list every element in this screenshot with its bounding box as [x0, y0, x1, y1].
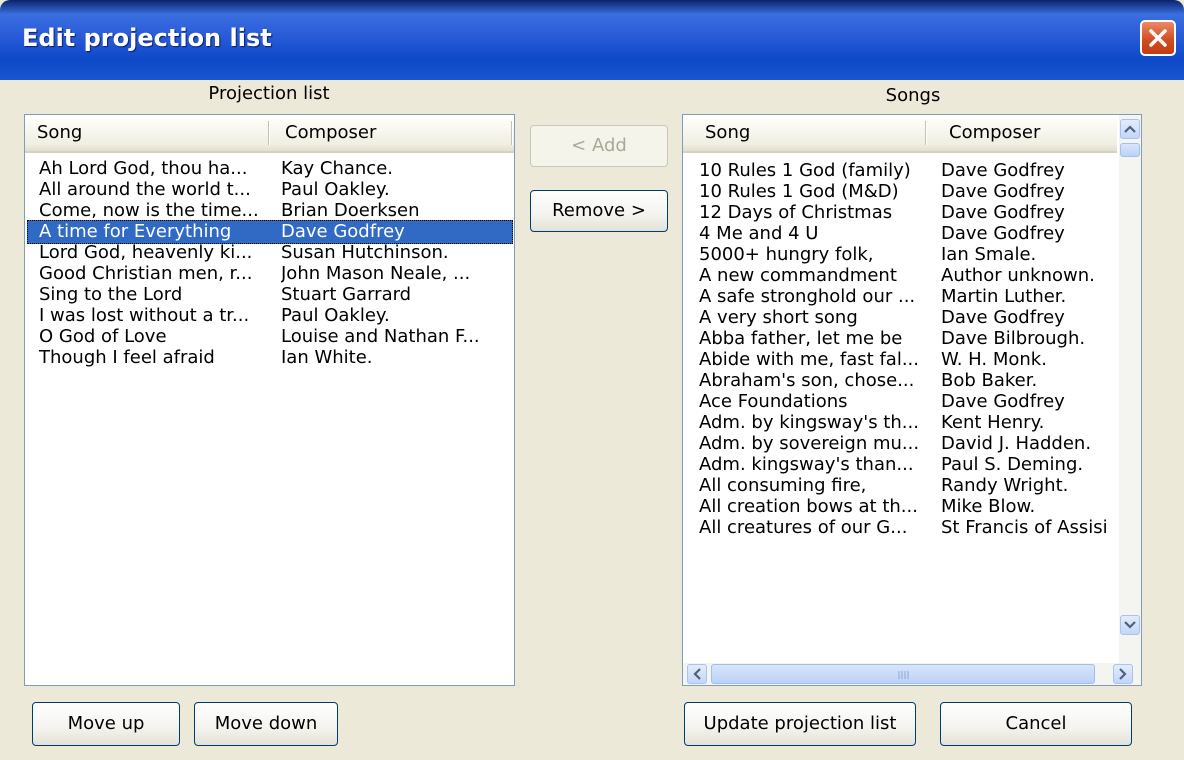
horizontal-scroll-thumb[interactable]	[711, 664, 1095, 684]
projection-list-view[interactable]: Song Composer Ah Lord God, thou ha... Kay…	[24, 114, 515, 686]
composer-column-header[interactable]: Composer	[273, 115, 513, 151]
chevron-up-icon	[1124, 125, 1136, 133]
update-projection-list-button[interactable]: Update projection list	[684, 702, 916, 746]
edit-projection-list-dialog: Edit projection list Projection list Son…	[0, 0, 1184, 760]
column-divider[interactable]	[268, 121, 270, 145]
title-bar[interactable]: Edit projection list	[0, 0, 1184, 80]
chevron-down-icon	[1124, 621, 1136, 629]
songs-horizontal-scrollbar[interactable]	[683, 663, 1141, 685]
songs-caption: Songs	[885, 85, 941, 106]
scroll-down-button[interactable]	[1120, 615, 1140, 635]
scroll-left-button[interactable]	[687, 664, 707, 684]
column-divider[interactable]	[925, 121, 927, 145]
move-down-button[interactable]: Move down	[194, 702, 338, 746]
composer-cell: Ian White.	[281, 347, 373, 368]
table-row[interactable]: All creatures of our G... St Francis of A…	[685, 516, 1119, 540]
scroll-up-button[interactable]	[1120, 119, 1140, 139]
chevron-right-icon	[1119, 668, 1127, 680]
move-up-button-label: Move up	[67, 713, 145, 734]
composer-column-header[interactable]: Composer	[937, 115, 1117, 151]
vertical-scroll-thumb[interactable]	[1120, 143, 1140, 157]
move-down-button-label: Move down	[214, 713, 318, 734]
cancel-button-label: Cancel	[1005, 713, 1067, 734]
window-title: Edit projection list	[22, 24, 272, 52]
songs-list-view[interactable]: Song Composer 10 Rules 1 God (family) Dav…	[682, 114, 1142, 686]
close-button[interactable]	[1140, 20, 1176, 56]
cancel-button[interactable]: Cancel	[940, 702, 1132, 746]
grip-icon	[898, 671, 909, 679]
composer-cell: St Francis of Assisi	[941, 517, 1108, 538]
song-column-header[interactable]: Song	[25, 115, 269, 151]
songs-vertical-scrollbar[interactable]	[1119, 115, 1141, 663]
song-cell: All creatures of our G...	[699, 517, 908, 538]
add-button[interactable]: < Add	[530, 125, 668, 167]
songs-list-header: Song Composer	[683, 115, 1117, 153]
chevron-left-icon	[693, 668, 701, 680]
song-column-header[interactable]: Song	[693, 115, 925, 151]
update-projection-list-label: Update projection list	[703, 713, 897, 734]
projection-list-header: Song Composer	[25, 115, 514, 153]
remove-button-label: Remove >	[552, 200, 646, 221]
column-divider[interactable]	[511, 121, 513, 145]
move-up-button[interactable]: Move up	[32, 702, 180, 746]
scroll-right-button[interactable]	[1113, 664, 1133, 684]
add-button-label: < Add	[571, 135, 627, 156]
remove-button[interactable]: Remove >	[530, 190, 668, 232]
table-row[interactable]: Though I feel afraid Ian White.	[27, 346, 513, 370]
song-cell: Though I feel afraid	[39, 347, 215, 368]
projection-list-caption: Projection list	[208, 83, 330, 104]
close-icon	[1149, 29, 1167, 47]
